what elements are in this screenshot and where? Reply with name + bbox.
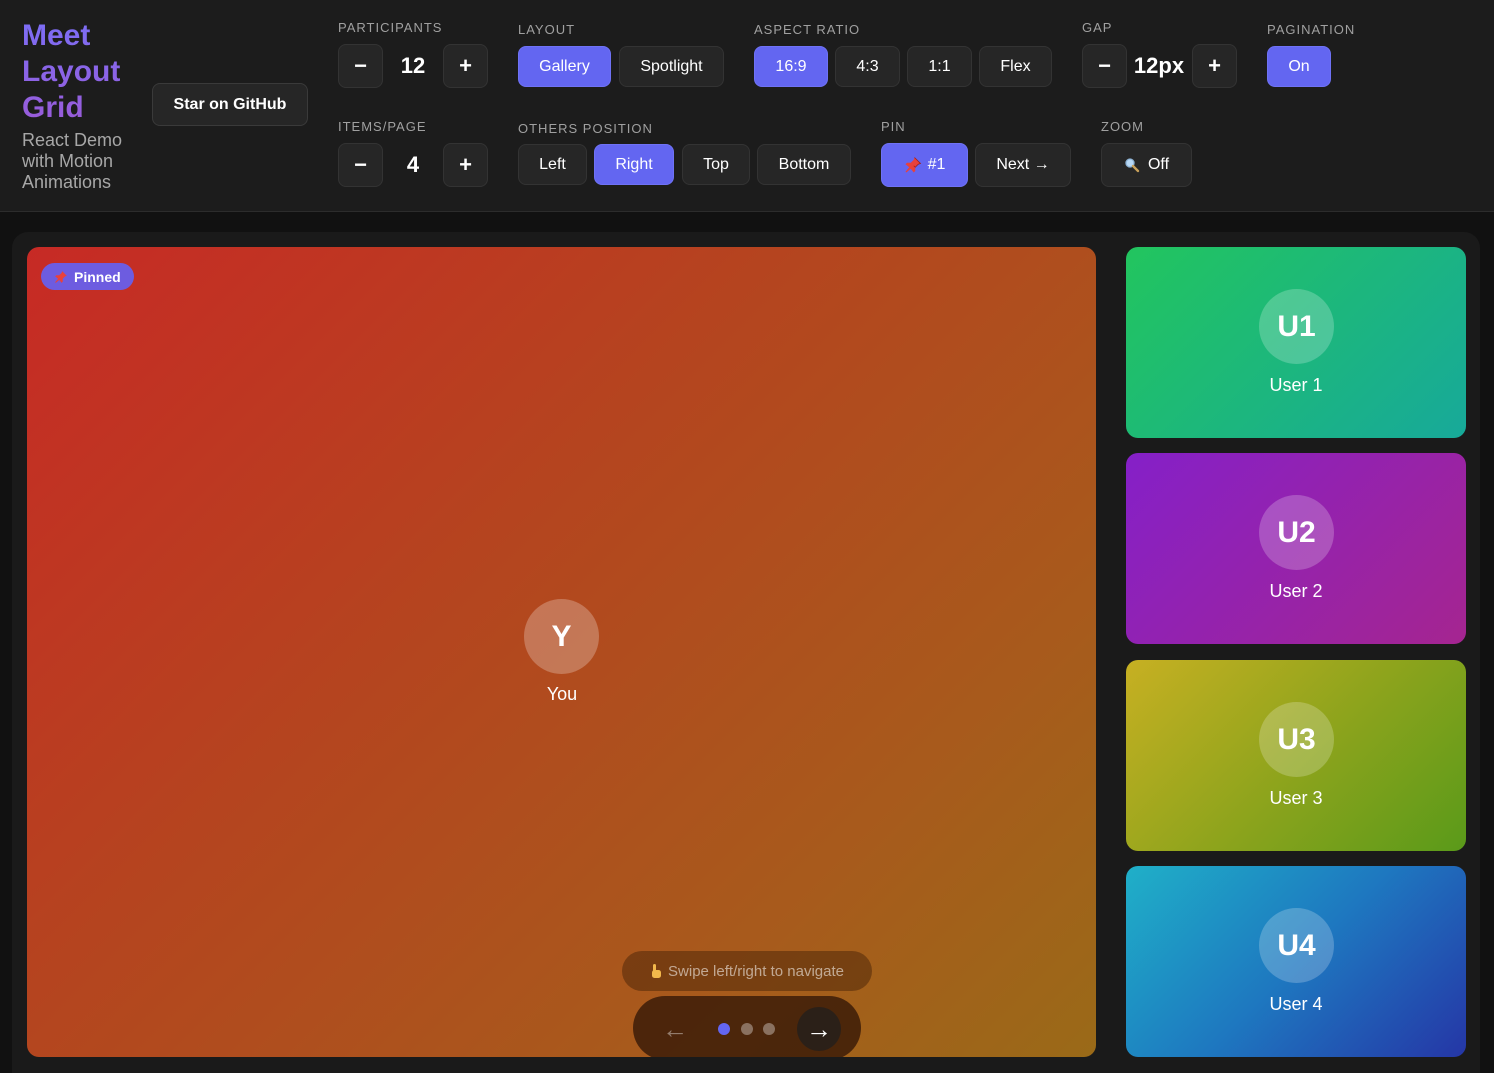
brand-title: Meet Layout Grid	[22, 18, 142, 126]
page-dot-active[interactable]	[718, 1023, 730, 1035]
aspect-4-3-button[interactable]: 4:3	[835, 46, 900, 87]
page-dot[interactable]	[741, 1023, 753, 1035]
items-page-value: 4	[406, 152, 420, 177]
pinned-badge-label: Pinned	[74, 268, 121, 285]
prev-page-button[interactable]: ←	[653, 1007, 697, 1051]
pagination-label: PAGINATION	[1267, 22, 1356, 37]
avatar: U4	[1259, 908, 1334, 983]
pin-button[interactable]: #1	[881, 143, 968, 187]
others-position-right-button[interactable]: Right	[594, 144, 674, 185]
pointing-hand-icon	[650, 963, 662, 979]
participants-decrease-button[interactable]: −	[338, 44, 383, 88]
participant-tile-you[interactable]: Pinned Y You Swipe left/right to navigat…	[27, 247, 1096, 1057]
brand-subtitle-line: Animations	[22, 172, 112, 192]
participants-value: 12	[400, 53, 426, 78]
gap-decrease-button[interactable]: −	[1082, 44, 1127, 88]
pushpin-icon	[54, 270, 68, 284]
swipe-hint-text: Swipe left/right to navigate	[668, 962, 844, 980]
swipe-hint: Swipe left/right to navigate	[622, 951, 872, 991]
participant-name: User 2	[1269, 581, 1323, 601]
pin-value: #1	[927, 156, 946, 173]
avatar: U3	[1259, 702, 1334, 777]
gap-label: GAP	[1082, 20, 1113, 35]
brand-subtitle: React Demo with Motion Animations	[22, 130, 142, 193]
aspect-flex-button[interactable]: Flex	[979, 46, 1052, 87]
participants-label: PARTICIPANTS	[338, 20, 443, 35]
participant-tile-user-2[interactable]: U2 User 2	[1126, 453, 1466, 644]
others-position-label: OTHERS POSITION	[518, 121, 653, 136]
brand-title-line: Grid	[22, 91, 84, 124]
layout-gallery-button[interactable]: Gallery	[518, 46, 611, 87]
gap-increase-button[interactable]: +	[1192, 44, 1237, 88]
pagination-toggle-button[interactable]: On	[1267, 46, 1331, 87]
avatar: Y	[524, 599, 599, 674]
next-page-button[interactable]: →	[797, 1007, 841, 1051]
brand-subtitle-line: React Demo	[22, 130, 123, 150]
pin-label: PIN	[881, 119, 906, 134]
items-page-increase-button[interactable]: +	[443, 143, 488, 187]
control-header: Meet Layout Grid React Demo with Motion …	[0, 0, 1494, 212]
page-dot[interactable]	[763, 1023, 775, 1035]
participant-name: User 1	[1269, 375, 1323, 395]
participant-name: User 4	[1269, 994, 1323, 1014]
avatar: U1	[1259, 289, 1334, 364]
star-on-github-button[interactable]: Star on GitHub	[152, 83, 308, 126]
brand-subtitle-line: with Motion	[22, 151, 114, 171]
aspect-16-9-button[interactable]: 16:9	[754, 46, 828, 87]
layout-spotlight-button[interactable]: Spotlight	[619, 46, 724, 87]
pagination-controls: ← →	[633, 996, 861, 1057]
participants-increase-button[interactable]: +	[443, 44, 488, 88]
pinned-badge: Pinned	[41, 263, 134, 290]
aspect-ratio-label: ASPECT RATIO	[754, 22, 861, 37]
others-position-top-button[interactable]: Top	[682, 144, 750, 185]
gap-value: 12px	[1133, 53, 1185, 78]
items-page-decrease-button[interactable]: −	[338, 143, 383, 187]
pin-next-button[interactable]: Next →	[975, 143, 1071, 187]
brand: Meet Layout Grid React Demo with Motion …	[22, 18, 142, 193]
participant-tile-user-1[interactable]: U1 User 1	[1126, 247, 1466, 438]
others-position-left-button[interactable]: Left	[518, 144, 587, 185]
zoom-label: ZOOM	[1101, 119, 1144, 134]
magnifier-icon	[1124, 157, 1140, 173]
brand-title-line: Meet	[22, 19, 91, 52]
brand-title-line: Layout	[22, 55, 121, 88]
layout-label: LAYOUT	[518, 22, 576, 37]
participant-tile-user-4[interactable]: U4 User 4	[1126, 866, 1466, 1057]
avatar: U2	[1259, 495, 1334, 570]
zoom-toggle-button[interactable]: Off	[1101, 143, 1192, 187]
pushpin-icon	[904, 156, 922, 174]
participant-name: You	[546, 684, 578, 704]
participant-tile-user-3[interactable]: U3 User 3	[1126, 660, 1466, 851]
participant-name: User 3	[1269, 788, 1323, 808]
others-position-bottom-button[interactable]: Bottom	[757, 144, 851, 185]
aspect-1-1-button[interactable]: 1:1	[907, 46, 972, 87]
zoom-value: Off	[1147, 156, 1170, 173]
items-page-label: ITEMS/PAGE	[338, 119, 427, 134]
